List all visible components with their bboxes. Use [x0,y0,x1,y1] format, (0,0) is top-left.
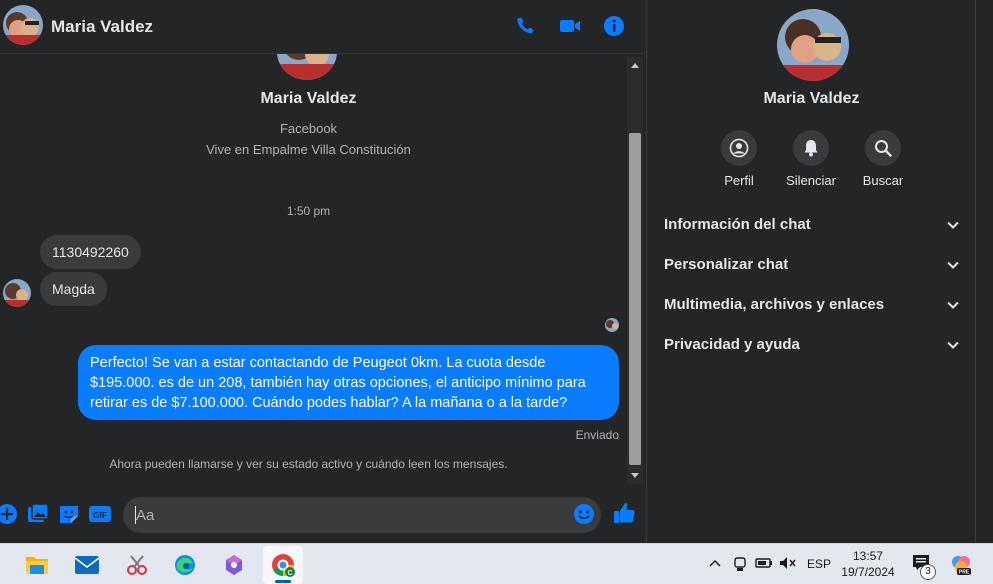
search-button[interactable]: Buscar [843,130,923,188]
sticker-icon[interactable] [58,503,80,525]
mail-icon[interactable] [67,546,107,584]
profile-name: Maria Valdez [260,90,357,107]
contact-name[interactable]: Maria Valdez [51,17,153,37]
svg-text:PRE: PRE [959,570,970,576]
search-icon [865,130,901,166]
gif-icon[interactable]: GIF [89,503,111,525]
emoji-icon[interactable] [573,503,595,525]
info-note: Ahora pueden llamarse y ver su estado ac… [109,457,508,471]
taskbar: C ESP 13:57 19/7/2024 3 PRE [0,543,993,584]
notification-count-badge: 3 [920,564,936,580]
bell-icon [793,130,829,166]
avatar[interactable] [3,5,43,45]
copilot-icon[interactable] [214,546,254,584]
clock-time: 13:57 [852,549,884,563]
language-indicator[interactable]: ESP [807,557,831,571]
phone-call-icon[interactable] [514,14,538,38]
details-avatar[interactable] [777,9,849,81]
clock-date: 19/7/2024 [841,565,895,579]
chat-details-panel: Maria Valdez Perfil Silenciar Buscar Inf… [646,0,975,543]
message-input-placeholder: Aa [136,507,155,524]
mute-button[interactable]: Silenciar [771,130,851,188]
section-privacy-help[interactable]: Privacidad y ayuda [647,325,976,365]
mute-button-label: Silenciar [786,173,836,188]
profile-button-label: Perfil [724,173,754,188]
read-receipt-avatar [605,318,619,332]
outgoing-message[interactable]: Perfecto! Se van a estar contactando de … [78,345,619,420]
message-input[interactable]: Aa [123,497,601,533]
photo-icon[interactable] [27,503,49,525]
message-list[interactable]: Maria Valdez Facebook Vive en Empalme Vi… [0,54,627,484]
gif-icon-label: GIF [93,510,107,520]
incoming-message[interactable]: Magda [40,272,107,306]
profile-location: Vive en Empalme Villa Constitución [206,142,411,157]
info-icon[interactable] [602,14,626,38]
chrome-browser-icon[interactable]: C [263,546,303,584]
incoming-message[interactable]: 1130492260 [40,235,141,269]
details-name: Maria Valdez [763,90,860,107]
edge-browser-icon[interactable] [165,546,205,584]
section-media-files-links[interactable]: Multimedia, archivos y enlaces [647,285,976,325]
copilot-pre-icon[interactable]: PRE [950,554,972,579]
profile-avatar [277,54,337,80]
device-icon[interactable] [733,556,747,575]
section-label: Privacidad y ayuda [664,336,800,353]
plus-icon[interactable] [0,503,18,525]
time-separator: 1:50 pm [286,204,331,218]
section-label: Personalizar chat [664,256,789,273]
window-scrollbar[interactable] [975,0,993,543]
section-customize-chat[interactable]: Personalizar chat [647,245,976,285]
sender-avatar [3,279,31,307]
chevron-down-icon [947,221,959,229]
thumbs-up-icon[interactable] [612,501,636,525]
chevron-down-icon [947,261,959,269]
chat-header: Maria Valdez [0,0,645,54]
chevron-down-icon [947,341,959,349]
composer: GIF Aa [0,490,645,540]
section-label: Multimedia, archivos y enlaces [664,296,885,313]
search-button-label: Buscar [862,173,904,188]
volume-muted-icon[interactable] [779,556,797,573]
scroll-down-icon[interactable] [631,473,639,478]
chevron-up-icon[interactable] [708,556,722,573]
chat-panel: Maria Valdez Maria Valdez Facebook Vive … [0,0,645,543]
message-status: Enviado [575,428,619,442]
file-explorer-icon[interactable] [17,546,57,584]
profile-button[interactable]: Perfil [699,130,779,188]
svg-text:C: C [287,570,292,577]
scroll-up-icon[interactable] [631,63,639,68]
profile-source: Facebook [279,121,338,136]
chat-scrollbar[interactable] [627,57,643,484]
chevron-down-icon [947,301,959,309]
section-label: Información del chat [664,216,811,233]
section-chat-info[interactable]: Información del chat [647,205,976,245]
clock[interactable]: 13:57 19/7/2024 [838,548,898,580]
profile-icon [721,130,757,166]
battery-icon[interactable] [755,556,773,573]
scrollbar-thumb[interactable] [629,133,641,465]
video-call-icon[interactable] [558,14,582,38]
snipping-tool-icon[interactable] [117,546,157,584]
